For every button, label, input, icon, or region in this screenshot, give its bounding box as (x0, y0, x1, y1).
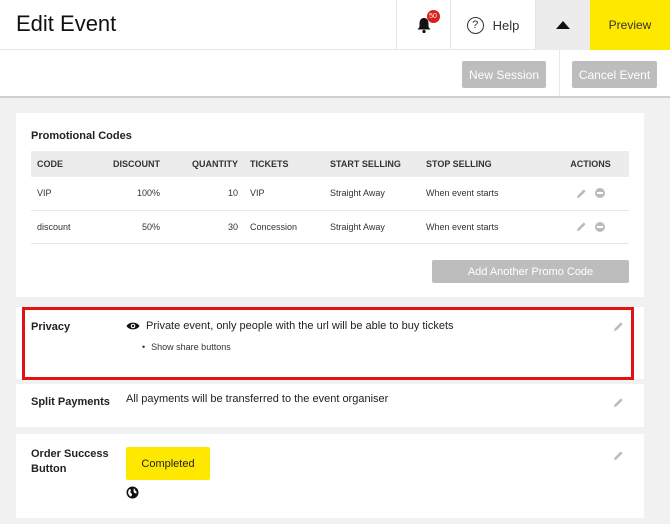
column-header: TICKETS (244, 151, 324, 177)
stop-selling-cell: When event starts (420, 177, 552, 211)
minus-circle-icon[interactable] (595, 188, 606, 199)
pencil-icon[interactable] (576, 221, 587, 232)
preview-button[interactable]: Preview (590, 0, 670, 50)
promo-codes-table: CODE DISCOUNT QUANTITY TICKETS START SEL… (31, 151, 629, 244)
start-selling-cell: Straight Away (324, 210, 420, 244)
action-bar: New Session Cancel Event (0, 50, 670, 98)
split-payments-label: Split Payments (31, 396, 110, 408)
notification-badge: 50 (426, 10, 440, 23)
caret-up-icon (556, 21, 570, 29)
column-header: START SELLING (324, 151, 420, 177)
order-success-card: Order Success Button Completed (16, 434, 644, 518)
discount-cell: 50% (107, 210, 166, 244)
action-bar-divider (559, 50, 560, 96)
split-payments-card: Split Payments All payments will be tran… (16, 384, 644, 427)
completed-button[interactable]: Completed (126, 447, 210, 480)
privacy-highlight-box (22, 307, 634, 380)
table-row: discount 50% 30 Concession Straight Away… (31, 210, 629, 244)
discount-cell: 100% (107, 177, 166, 211)
minus-circle-icon[interactable] (595, 221, 606, 232)
quantity-cell: 30 (166, 210, 244, 244)
collapse-toggle[interactable] (535, 0, 590, 50)
notifications-button[interactable]: 50 (396, 0, 450, 50)
order-success-label-line1: Order Success (31, 448, 109, 460)
order-success-label-line2: Button (31, 463, 67, 475)
column-header: CODE (31, 151, 107, 177)
column-header: ACTIONS (552, 151, 629, 177)
actions-cell (552, 177, 629, 211)
bell-icon: 50 (415, 10, 440, 34)
tickets-cell: VIP (244, 177, 324, 211)
table-header-row: CODE DISCOUNT QUANTITY TICKETS START SEL… (31, 151, 629, 177)
top-header: Edit Event 50 ? Help Preview (0, 0, 670, 50)
tickets-cell: Concession (244, 210, 324, 244)
page-title: Edit Event (16, 11, 117, 36)
pencil-icon[interactable] (613, 397, 624, 408)
start-selling-cell: Straight Away (324, 177, 420, 211)
table-row: VIP 100% 10 VIP Straight Away When event… (31, 177, 629, 211)
column-header: QUANTITY (166, 151, 244, 177)
promo-codes-title: Promotional Codes (31, 130, 132, 142)
pencil-icon[interactable] (613, 450, 624, 461)
quantity-cell: 10 (166, 177, 244, 211)
cancel-event-button[interactable]: Cancel Event (572, 61, 657, 88)
help-label: Help (492, 17, 520, 33)
code-cell: VIP (31, 177, 107, 211)
stop-selling-cell: When event starts (420, 210, 552, 244)
code-cell: discount (31, 210, 107, 244)
promo-codes-card: Promotional Codes CODE DISCOUNT QUANTITY… (16, 113, 644, 297)
pencil-icon[interactable] (576, 188, 587, 199)
order-success-label: Order Success Button (31, 447, 109, 477)
add-promo-code-button[interactable]: Add Another Promo Code (432, 260, 629, 283)
new-session-button[interactable]: New Session (462, 61, 546, 88)
help-button[interactable]: ? Help (450, 0, 535, 50)
column-header: STOP SELLING (420, 151, 552, 177)
actions-cell (552, 210, 629, 244)
split-payments-text: All payments will be transferred to the … (126, 393, 389, 405)
question-circle-icon: ? (466, 16, 484, 34)
globe-icon (126, 486, 139, 499)
column-header: DISCOUNT (107, 151, 166, 177)
